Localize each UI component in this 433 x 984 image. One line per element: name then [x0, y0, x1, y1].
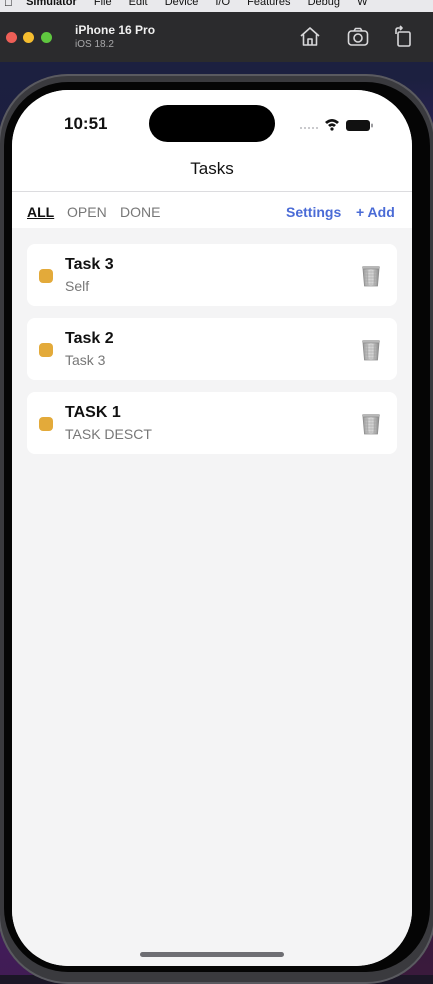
task-title: TASK 1: [65, 404, 121, 421]
menu-device[interactable]: Device: [165, 0, 199, 8]
trash-icon[interactable]: [360, 264, 382, 288]
task-card[interactable]: TASK 1 TASK DESCT: [27, 392, 397, 454]
menu-debug[interactable]: Debug: [308, 0, 340, 8]
add-task-button[interactable]: + Add: [356, 204, 395, 220]
menu-io[interactable]: I/O: [215, 0, 230, 8]
trash-icon[interactable]: [360, 338, 382, 362]
signal-icon: [300, 127, 318, 129]
battery-icon: [346, 120, 373, 131]
task-subtitle: TASK DESCT: [65, 426, 152, 442]
os-version: iOS 18.2: [75, 39, 114, 50]
status-icons: [299, 116, 379, 132]
task-status-dot: [39, 343, 53, 357]
filter-open[interactable]: OPEN: [67, 204, 107, 220]
task-status-dot: [39, 417, 53, 431]
device-name: iPhone 16 Pro: [75, 23, 156, 37]
task-title: Task 3: [65, 256, 114, 273]
task-card[interactable]: Task 2 Task 3: [27, 318, 397, 380]
task-status-dot: [39, 269, 53, 283]
filter-bar: ALL OPEN DONE Settings + Add: [12, 192, 412, 228]
wifi-icon: [325, 119, 339, 131]
home-indicator[interactable]: [140, 952, 284, 957]
dynamic-island: [149, 105, 275, 142]
settings-button[interactable]: Settings: [286, 204, 341, 220]
screenshot-icon[interactable]: [346, 25, 370, 49]
status-time: 10:51: [64, 114, 108, 133]
home-icon[interactable]: [298, 25, 322, 49]
trash-icon[interactable]: [360, 412, 382, 436]
close-window-button[interactable]: [6, 32, 17, 43]
filter-done[interactable]: DONE: [120, 204, 160, 220]
rotate-icon[interactable]: [392, 25, 416, 49]
task-subtitle: Task 3: [65, 352, 106, 368]
apple-icon[interactable]: : [4, 0, 13, 8]
task-subtitle: Self: [65, 278, 90, 294]
task-title: Task 2: [65, 330, 114, 347]
zoom-window-button[interactable]: [41, 32, 52, 43]
simulator-toolbar: iPhone 16 Pro iOS 18.2: [0, 12, 433, 63]
task-card[interactable]: Task 3 Self: [27, 244, 397, 306]
filter-all[interactable]: ALL: [27, 204, 54, 220]
menu-edit[interactable]: Edit: [129, 0, 148, 8]
menu-features[interactable]: Features: [247, 0, 290, 8]
page-title: Tasks: [190, 159, 234, 178]
menu-window[interactable]: W: [357, 0, 367, 8]
phone-screen: 10:51 Tasks ALL OPEN DONE Settings + Add…: [12, 90, 412, 966]
task-list: Task 3 Self Task 2 Task 3 TASK 1 TASK DE…: [12, 228, 412, 966]
menu-app-name[interactable]: Simulator: [26, 0, 77, 8]
minimize-window-button[interactable]: [23, 32, 34, 43]
mac-menu-bar:  Simulator File Edit Device I/O Feature…: [0, 0, 433, 12]
menu-file[interactable]: File: [94, 0, 112, 8]
